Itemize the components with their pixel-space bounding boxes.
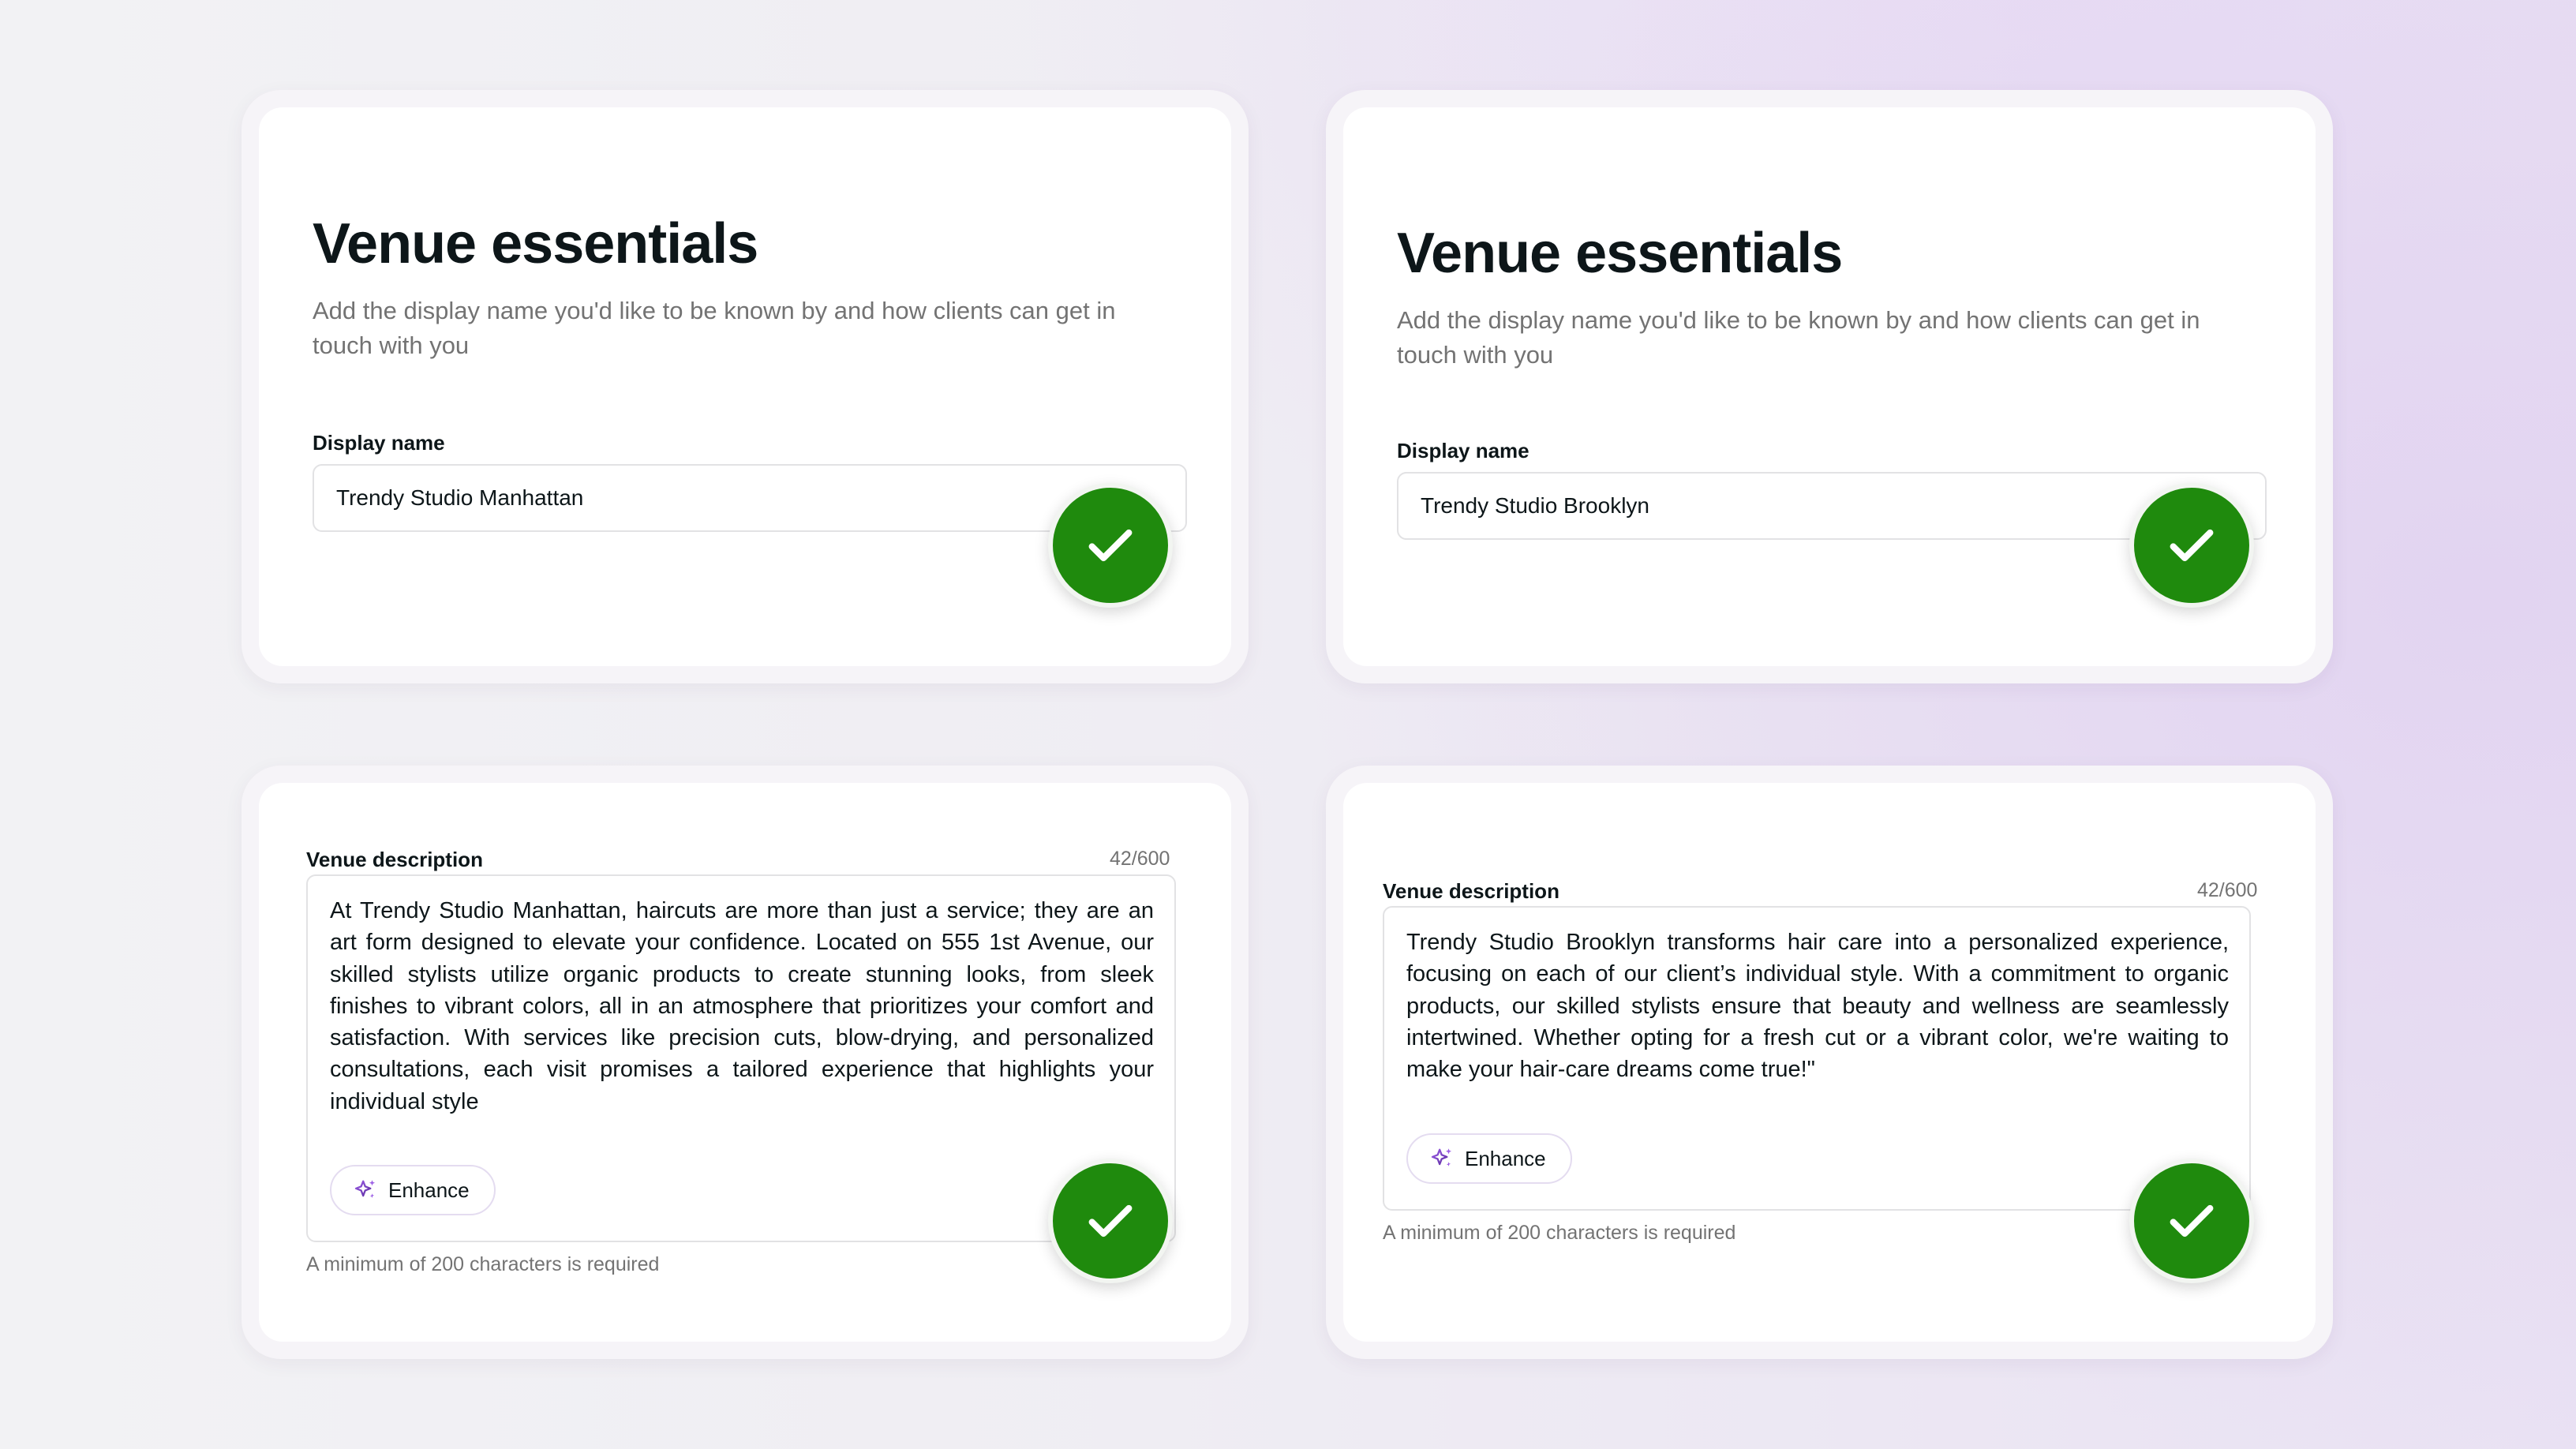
min-length-hint: A minimum of 200 characters is required <box>306 1253 660 1275</box>
venue-description-text: At Trendy Studio Manhattan, haircuts are… <box>330 898 1154 1114</box>
venue-description-label: Venue description <box>1383 879 1559 903</box>
venue-description-text: Trendy Studio Brooklyn transforms hair c… <box>1406 930 2229 1083</box>
card-surface: Venue essentials Add the display name yo… <box>259 107 1231 666</box>
card-surface: Venue description 42/600 At Trendy Studi… <box>259 783 1231 1342</box>
venue-description-label: Venue description <box>306 848 483 871</box>
venue-description-textarea[interactable]: At Trendy Studio Manhattan, haircuts are… <box>306 874 1176 1242</box>
venue-essentials-card-manhattan: Venue essentials Add the display name yo… <box>242 90 1249 683</box>
venue-essentials-card-brooklyn: Venue essentials Add the display name yo… <box>1326 90 2333 683</box>
character-counter: 42/600 <box>1110 848 1170 870</box>
enhance-label: Enhance <box>1465 1146 1546 1170</box>
sparkle-icon <box>354 1180 376 1198</box>
card-surface: Venue description 42/600 Trendy Studio B… <box>1343 783 2316 1342</box>
display-name-label: Display name <box>1397 439 1530 462</box>
venue-description-card-brooklyn: Venue description 42/600 Trendy Studio B… <box>1326 766 2333 1359</box>
display-name-label: Display name <box>313 431 445 455</box>
venue-description-textarea[interactable]: Trendy Studio Brooklyn transforms hair c… <box>1383 906 2251 1211</box>
min-length-hint: A minimum of 200 characters is required <box>1383 1222 1736 1244</box>
sparkle-icon <box>1431 1148 1452 1166</box>
venue-description-card-manhattan: Venue description 42/600 At Trendy Studi… <box>242 766 1249 1359</box>
enhance-button[interactable]: Enhance <box>330 1165 496 1215</box>
enhance-label: Enhance <box>388 1178 470 1202</box>
check-icon <box>1048 483 1173 608</box>
card-surface: Venue essentials Add the display name yo… <box>1343 107 2316 666</box>
check-icon <box>2129 1159 2254 1283</box>
page-subtitle: Add the display name you'd like to be kn… <box>1397 306 2200 369</box>
check-icon <box>2129 483 2254 608</box>
character-counter: 42/600 <box>2197 879 2258 901</box>
check-icon <box>1048 1159 1173 1283</box>
enhance-button[interactable]: Enhance <box>1406 1133 1572 1184</box>
page-subtitle: Add the display name you'd like to be kn… <box>313 297 1116 359</box>
page-title: Venue essentials <box>1397 222 1843 285</box>
page-title: Venue essentials <box>313 212 758 275</box>
